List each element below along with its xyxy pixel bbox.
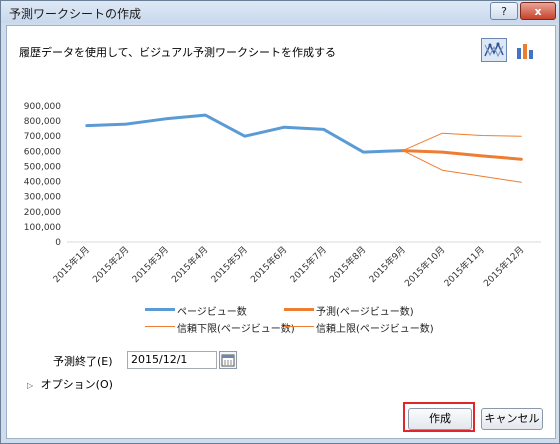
x-tick-label: 2015年4月 (169, 244, 210, 285)
x-tick-label: 2015年2月 (90, 244, 131, 285)
series-line-3 (402, 132, 522, 152)
help-button[interactable]: ? (490, 2, 518, 20)
y-tick-label: 600,000 (24, 147, 61, 157)
x-tick-label: 2015年10月 (402, 244, 448, 290)
forecast-dialog: 予測ワークシートの作成 ? x 履歴データを使用して、ビジュアル予測ワークシート… (0, 0, 560, 444)
dialog-title: 予測ワークシートの作成 (9, 7, 142, 21)
calendar-button[interactable] (219, 351, 237, 369)
y-tick-label: 800,000 (24, 117, 61, 127)
dialog-content: 履歴データを使用して、ビジュアル予測ワークシートを作成する 0 100,000 20… (6, 25, 556, 439)
x-tick-label: 2015年12月 (481, 244, 527, 290)
cancel-button[interactable]: キャンセル (481, 408, 543, 430)
expand-arrow-icon: ▷ (27, 381, 34, 390)
line-chart-icon (484, 42, 504, 58)
x-tick-label: 2015年9月 (366, 244, 407, 285)
x-tick-label: 2015年6月 (248, 244, 289, 285)
y-tick-label: 900,000 (24, 102, 61, 112)
x-tick-label: 2015年8月 (327, 244, 368, 285)
x-tick-label: 2015年5月 (208, 244, 249, 285)
line-chart-button[interactable] (481, 38, 507, 62)
y-tick-label: 700,000 (24, 132, 61, 142)
series-line-0 (85, 113, 405, 154)
x-tick-label: 2015年3月 (129, 244, 170, 285)
column-chart-icon (517, 44, 533, 59)
create-button[interactable]: 作成 (408, 408, 472, 430)
y-tick-label: 100,000 (24, 223, 61, 233)
title-bar: 予測ワークシートの作成 ? x (1, 1, 559, 23)
y-tick-label: 0 (55, 238, 61, 248)
x-tick-label: 2015年7月 (287, 244, 328, 285)
calendar-icon (221, 354, 235, 367)
x-tick-label: 2015年1月 (50, 244, 91, 285)
options-expander[interactable]: ▷ オプション(O) (27, 376, 113, 392)
y-tick-label: 500,000 (24, 162, 61, 172)
y-tick-label: 300,000 (24, 193, 61, 203)
forecast-chart: 0 100,000 200,000 300,000 400,000 500,000 600,… (24, 102, 541, 290)
y-tick-label: 200,000 (24, 208, 61, 218)
close-button[interactable]: x (520, 2, 556, 20)
forecast-end-label: 予測終了(E) (53, 355, 113, 368)
y-tick-label: 400,000 (24, 178, 61, 188)
forecast-end-input[interactable]: 2015/12/1 (127, 351, 217, 369)
x-tick-label: 2015年11月 (441, 244, 487, 290)
column-chart-button[interactable] (512, 38, 538, 62)
series-line-1 (401, 149, 523, 161)
options-label: オプション(O) (40, 378, 113, 391)
description-text: 履歴データを使用して、ビジュアル予測ワークシートを作成する (19, 46, 337, 59)
